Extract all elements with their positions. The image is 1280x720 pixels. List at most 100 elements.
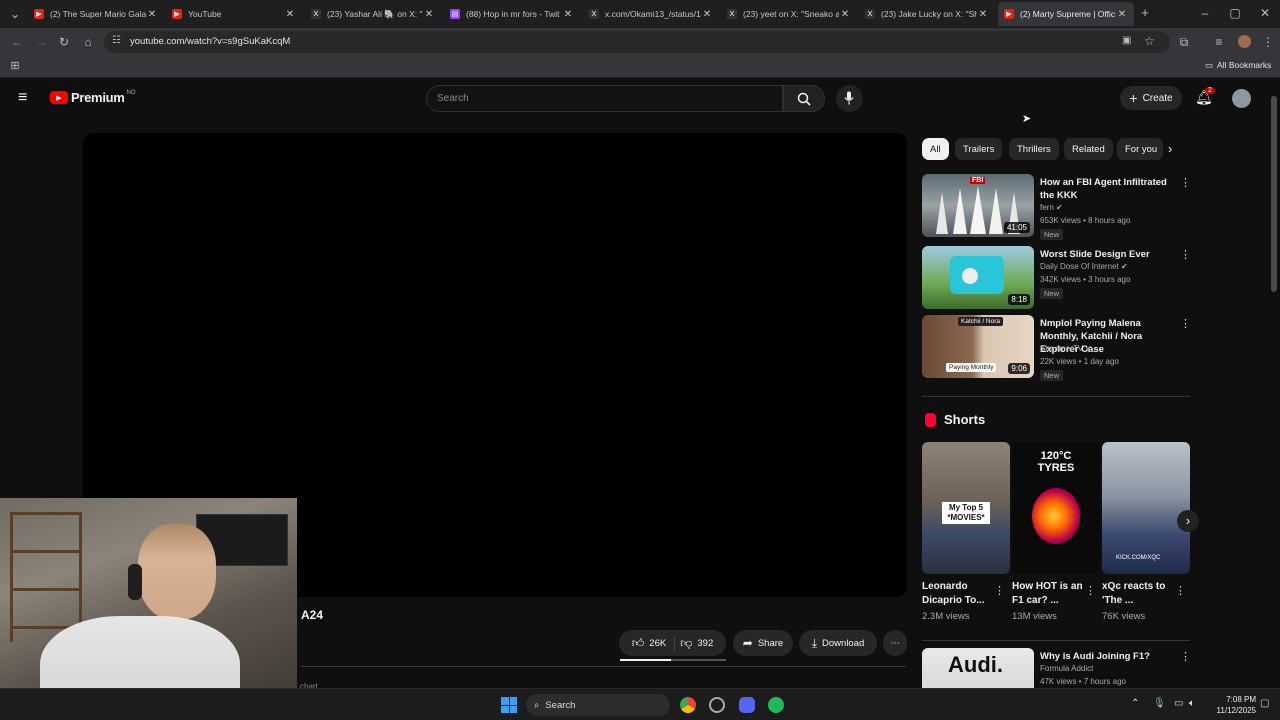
create-button[interactable]: + Create bbox=[1120, 86, 1182, 110]
close-icon[interactable]: ✕ bbox=[284, 9, 296, 20]
video-title[interactable]: Why is Audi Joining F1? bbox=[1040, 650, 1178, 663]
tab-search-icon[interactable]: ⌄ bbox=[8, 7, 22, 21]
short-thumbnail[interactable]: KICK.COM/XQC bbox=[1102, 442, 1190, 574]
back-icon[interactable]: ← bbox=[10, 35, 24, 49]
like-button[interactable]: 👍︎ 26K bbox=[632, 635, 676, 651]
browser-tab[interactable]: ▶ (2) The Super Mario Gala ✕ bbox=[28, 2, 164, 26]
list-item[interactable]: Katchii / Nora Paying Monthly 9:06 Nmplo… bbox=[922, 315, 1192, 381]
video-title[interactable]: Worst Slide Design Ever bbox=[1040, 248, 1178, 261]
short-title[interactable]: xQc reacts to 'The ... bbox=[1102, 580, 1178, 608]
maximize-icon[interactable]: ▢ bbox=[1228, 6, 1242, 20]
more-vert-icon[interactable]: ⋮ bbox=[1180, 317, 1191, 330]
discord-taskbar-icon[interactable] bbox=[739, 697, 755, 713]
volume-icon[interactable]: 🔈︎ bbox=[1189, 698, 1195, 709]
short-thumbnail[interactable]: My Top 5 *MOVIES* bbox=[922, 442, 1010, 574]
more-vert-icon[interactable]: ⋮ bbox=[1180, 248, 1191, 261]
windows-start-icon[interactable] bbox=[501, 697, 517, 713]
share-button[interactable]: ➦ Share bbox=[733, 630, 793, 656]
close-icon[interactable]: ✕ bbox=[423, 9, 435, 20]
notification-center-icon[interactable]: ▢ bbox=[1260, 698, 1269, 709]
search-input[interactable]: Search bbox=[426, 85, 783, 112]
dislike-button[interactable]: 👎︎ 392 bbox=[680, 636, 713, 651]
extensions-icon[interactable]: ⧉ bbox=[1177, 35, 1191, 49]
bookmark-star-icon[interactable]: ☆ bbox=[1144, 34, 1155, 48]
more-vert-icon[interactable]: ⋮ bbox=[1175, 584, 1186, 597]
list-item[interactable]: FBI 41:05 How an FBI Agent Infiltrated t… bbox=[922, 174, 1192, 240]
new-tab-button[interactable]: + bbox=[1138, 6, 1152, 20]
chrome-menu-icon[interactable]: ⋮ bbox=[1261, 35, 1275, 49]
tray-chevron-icon[interactable]: ⌃ bbox=[1131, 698, 1139, 709]
microphone-tray-icon[interactable]: 🎙︎ bbox=[1153, 698, 1166, 709]
list-item[interactable]: Audi. Why is Audi Joining F1? Formula Ad… bbox=[922, 648, 1192, 688]
more-actions-button[interactable]: ⋯ bbox=[883, 630, 907, 656]
reload-icon[interactable]: ↻ bbox=[57, 35, 71, 49]
video-thumbnail[interactable]: FBI 41:05 bbox=[922, 174, 1034, 237]
chip-trailers[interactable]: Trailers bbox=[955, 138, 1003, 160]
notifications-button[interactable]: 🔔︎ 2 bbox=[1195, 87, 1215, 107]
download-button[interactable]: ⤓ Download bbox=[799, 630, 877, 656]
chevron-right-icon[interactable]: › bbox=[1168, 141, 1172, 156]
chip-all[interactable]: All bbox=[922, 138, 949, 160]
spotify-taskbar-icon[interactable] bbox=[768, 697, 784, 713]
hamburger-menu-icon[interactable]: ≡ bbox=[18, 90, 27, 106]
search-button[interactable] bbox=[783, 85, 825, 112]
scrollbar[interactable] bbox=[1271, 86, 1277, 686]
short-title[interactable]: Leonardo Dicaprio To... bbox=[922, 580, 998, 608]
short-thumbnail[interactable]: 120°C TYRES bbox=[1012, 442, 1100, 574]
close-icon[interactable]: ✕ bbox=[839, 9, 851, 20]
browser-tab-active[interactable]: ▶ (2) Marty Supreme | Offic ✕ bbox=[998, 2, 1134, 26]
apps-grid-icon[interactable]: ⊞ bbox=[9, 59, 21, 73]
window-close-icon[interactable]: ✕ bbox=[1258, 6, 1272, 20]
chip-for-you[interactable]: For you bbox=[1117, 138, 1163, 160]
browser-tab[interactable]: X x.com/Okami13_/status/1 ✕ bbox=[583, 2, 719, 26]
close-icon[interactable]: ✕ bbox=[562, 9, 574, 20]
like-dislike-group: 👍︎ 26K 👎︎ 392 bbox=[619, 630, 726, 656]
browser-tab[interactable]: X (23) Jake Lucky on X: "Sh ✕ bbox=[859, 2, 995, 26]
video-thumbnail[interactable]: Katchii / Nora Paying Monthly 9:06 bbox=[922, 315, 1034, 378]
more-vert-icon[interactable]: ⋮ bbox=[1085, 584, 1096, 597]
browser-tab[interactable]: X (23) yeet on X: "Sneako a ✕ bbox=[721, 2, 857, 26]
channel-name[interactable]: A24 bbox=[301, 608, 323, 622]
minimize-icon[interactable]: – bbox=[1198, 6, 1212, 20]
taskbar-search[interactable]: ⌕ Search bbox=[526, 694, 670, 716]
list-item[interactable]: 8:18 Worst Slide Design Ever Daily Dose … bbox=[922, 246, 1192, 310]
close-icon[interactable]: ✕ bbox=[701, 9, 713, 20]
chip-thrillers[interactable]: Thrillers bbox=[1009, 138, 1059, 160]
video-thumbnail[interactable]: Audi. bbox=[922, 648, 1034, 688]
media-controls-icon[interactable]: ≡ bbox=[1212, 35, 1226, 49]
all-bookmarks-button[interactable]: ▭ All Bookmarks bbox=[1205, 60, 1271, 71]
site-info-icon[interactable]: ☷ bbox=[112, 35, 121, 46]
close-icon[interactable]: ✕ bbox=[977, 9, 989, 20]
avatar[interactable] bbox=[1232, 89, 1251, 108]
browser-tab[interactable]: ▤ (88) Hop in mr fors - Twit ✕ bbox=[444, 2, 580, 26]
home-icon[interactable]: ⌂ bbox=[81, 35, 95, 49]
youtube-premium-logo[interactable]: ▶ Premium NO bbox=[50, 90, 136, 105]
close-icon[interactable]: ✕ bbox=[146, 9, 158, 20]
channel-name[interactable]: Formula Addict bbox=[1040, 664, 1093, 673]
video-title[interactable]: How an FBI Agent Infiltrated the KKK bbox=[1040, 176, 1178, 202]
chrome-taskbar-icon[interactable] bbox=[680, 697, 696, 713]
clock[interactable]: 7:08 PM 11/12/2025 bbox=[1208, 694, 1256, 716]
short-title[interactable]: How HOT is an F1 car? ... bbox=[1012, 580, 1088, 608]
shorts-next-button[interactable]: › bbox=[1177, 510, 1199, 532]
more-vert-icon[interactable]: ⋮ bbox=[1180, 650, 1191, 663]
video-thumbnail[interactable]: 8:18 bbox=[922, 246, 1034, 309]
profile-avatar[interactable] bbox=[1238, 35, 1251, 48]
network-icon[interactable]: ▭ bbox=[1174, 698, 1183, 709]
scrollbar-thumb[interactable] bbox=[1271, 96, 1277, 292]
browser-tab[interactable]: X (23) Yashar Ali 🐘 on X: " ✕ bbox=[305, 2, 441, 26]
voice-search-button[interactable] bbox=[836, 85, 863, 112]
more-vert-icon[interactable]: ⋮ bbox=[1180, 176, 1191, 189]
forward-icon[interactable]: → bbox=[34, 35, 48, 49]
channel-name[interactable]: fern ✔︎ bbox=[1040, 203, 1063, 212]
more-vert-icon[interactable]: ⋮ bbox=[994, 584, 1005, 597]
close-icon[interactable]: ✕ bbox=[1116, 9, 1128, 20]
browser-tab[interactable]: ▶ YouTube ✕ bbox=[166, 2, 302, 26]
app-taskbar-icon[interactable] bbox=[709, 697, 725, 713]
duration-badge: 8:18 bbox=[1008, 294, 1030, 305]
channel-name[interactable]: Daily Dose Of Internet ✔︎ bbox=[1040, 262, 1128, 271]
channel-name[interactable]: StreamerTV ✔︎ bbox=[1040, 344, 1092, 353]
chip-related[interactable]: Related bbox=[1064, 138, 1113, 160]
install-app-icon[interactable]: ▣ bbox=[1122, 35, 1131, 46]
address-bar[interactable]: ☷ youtube.com/watch?v=s9gSuKaKcqM ▣ ☆ bbox=[104, 31, 1170, 53]
